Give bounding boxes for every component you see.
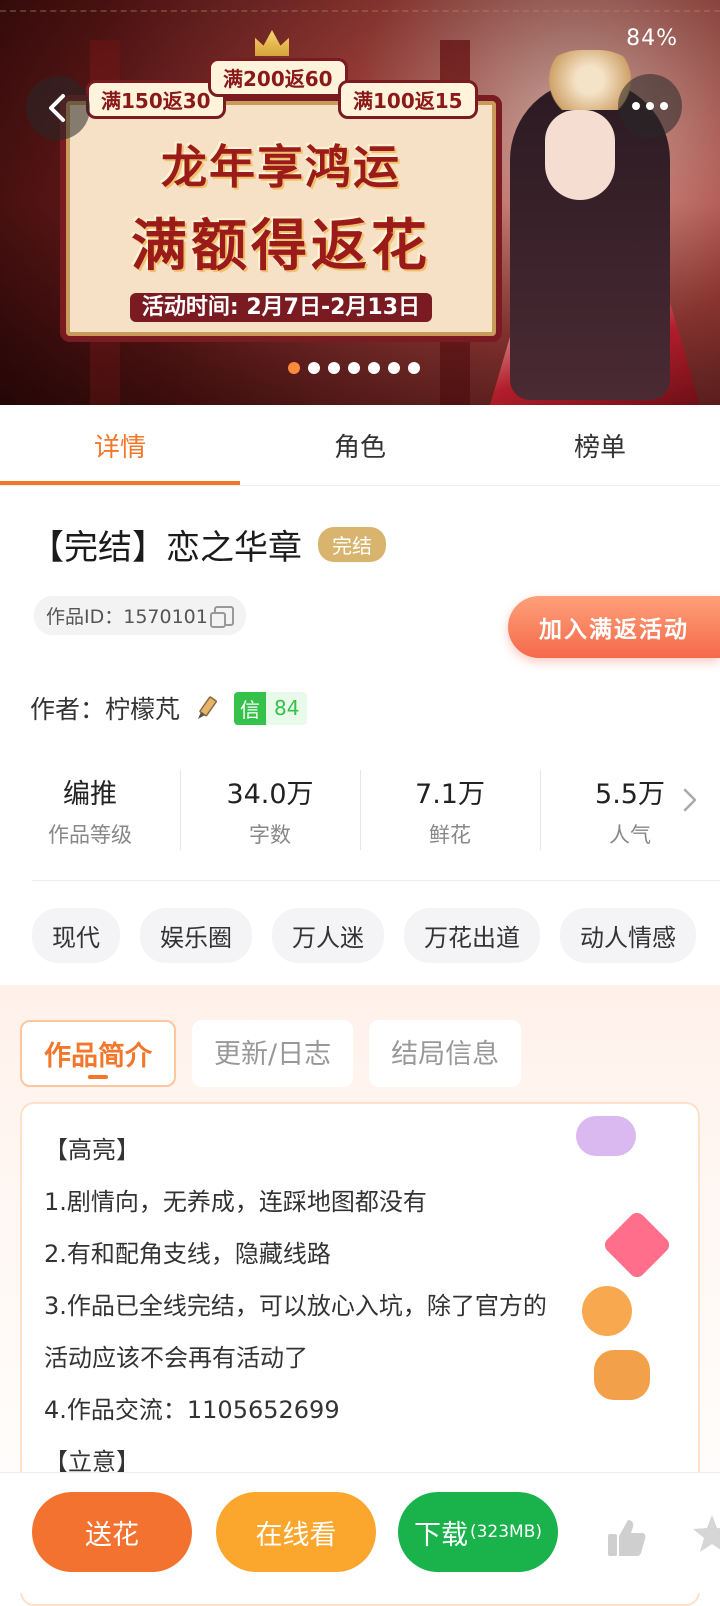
pencil-icon	[198, 696, 217, 719]
tag-list: 现代 娱乐圈 万人迷 万花出道 动人情感	[32, 908, 696, 963]
carousel-indicator	[288, 362, 420, 374]
work-id-label: 作品ID：1570101	[46, 606, 208, 628]
download-label: 下载	[413, 1519, 468, 1551]
promo-badge-1: 满150返30	[86, 80, 226, 119]
carousel-dot[interactable]	[348, 362, 360, 374]
sub-tab-endings[interactable]: 结局信息	[369, 1020, 522, 1087]
author-row: 作者：柠檬芃 信 84	[30, 690, 308, 726]
send-flower-button[interactable]: 送花	[32, 1492, 192, 1572]
stat-level: 编推 作品等级	[0, 760, 180, 860]
stat-value: 5.5万	[595, 778, 665, 810]
carousel-dot[interactable]	[308, 362, 320, 374]
divider	[32, 880, 720, 881]
sub-tab-updates[interactable]: 更新/日志	[192, 1020, 354, 1087]
promo-badge-3: 满100返15	[338, 80, 478, 119]
chevron-left-icon	[49, 94, 65, 122]
chevron-right-icon[interactable]	[682, 786, 698, 814]
banner-character-art	[470, 20, 720, 405]
stat-label: 鲜花	[429, 822, 471, 847]
stat-label: 字数	[249, 822, 291, 847]
carousel-dot[interactable]	[328, 362, 340, 374]
tag-chip[interactable]: 娱乐圈	[140, 908, 252, 963]
banner-date: 活动时间: 2月7日-2月13日	[129, 293, 433, 322]
work-stats[interactable]: 编推 作品等级 34.0万 字数 7.1万 鲜花 5.5万 人气	[0, 760, 720, 860]
copy-icon[interactable]	[209, 605, 234, 628]
promo-badge-2: 满200返60	[208, 58, 348, 97]
intro-sub-tabs: 作品简介 更新/日志 结局信息	[20, 1020, 522, 1087]
read-online-button[interactable]: 在线看	[216, 1492, 376, 1572]
carousel-dot[interactable]	[388, 362, 400, 374]
carousel-dot[interactable]	[408, 362, 420, 374]
tab-characters[interactable]: 角色	[240, 405, 480, 485]
heart-sticker-icon	[601, 1209, 673, 1281]
back-button[interactable]	[26, 76, 90, 140]
sub-tab-synopsis[interactable]: 作品简介	[20, 1020, 176, 1087]
cat-cheer-sticker-icon	[582, 1286, 632, 1336]
work-title-row: 【完结】恋之华章 完结	[30, 520, 386, 569]
thumbs-up-icon[interactable]	[604, 1516, 648, 1560]
detail-tabs: 详情 角色 榜单	[0, 405, 720, 486]
carousel-dot-active[interactable]	[288, 362, 300, 374]
status-bar-battery: 84%	[626, 26, 678, 51]
banner-poster: 龙年享鸿运 满额得返花 活动时间: 2月7日-2月13日	[60, 95, 502, 342]
tab-rankings[interactable]: 榜单	[480, 405, 720, 485]
credit-score-badge: 信 84	[234, 691, 308, 725]
banner-carousel[interactable]: 龙年享鸿运 满额得返花 活动时间: 2月7日-2月13日 满150返30 满20…	[0, 0, 720, 405]
tag-chip[interactable]: 动人情感	[560, 908, 696, 963]
work-title: 【完结】恋之华章	[30, 528, 302, 568]
stat-label: 作品等级	[48, 822, 132, 847]
author-label[interactable]: 作者：柠檬芃	[30, 690, 180, 726]
cloud-sticker-icon	[576, 1116, 636, 1156]
stat-flowers: 7.1万 鲜花	[360, 760, 540, 860]
credit-value: 84	[274, 696, 300, 720]
tag-chip[interactable]: 万人迷	[272, 908, 384, 963]
stat-label: 人气	[609, 822, 651, 847]
cat-sign-sticker-icon	[594, 1350, 650, 1400]
carousel-dot[interactable]	[368, 362, 380, 374]
star-icon[interactable]	[690, 1512, 720, 1556]
credit-label: 信	[234, 691, 267, 725]
banner-title-line2: 满额得返花	[131, 213, 431, 279]
work-id-chip[interactable]: 作品ID：1570101	[34, 596, 246, 635]
status-badge: 完结	[318, 527, 386, 562]
banner-title-line1: 龙年享鸿运	[161, 140, 401, 194]
tag-chip[interactable]: 万花出道	[404, 908, 540, 963]
stat-value: 7.1万	[415, 778, 485, 810]
tag-chip[interactable]: 现代	[32, 908, 120, 963]
download-size: (323MB)	[469, 1522, 543, 1542]
join-promo-button[interactable]: 加入满返活动	[508, 596, 720, 658]
more-dots-icon	[632, 102, 668, 110]
decorative-stickers	[572, 1110, 682, 1410]
more-button[interactable]	[618, 74, 682, 138]
download-button[interactable]: 下载 (323MB)	[398, 1492, 558, 1572]
tab-details[interactable]: 详情	[0, 405, 240, 485]
stat-value: 34.0万	[226, 778, 314, 810]
stat-word-count: 34.0万 字数	[180, 760, 360, 860]
stat-value: 编推	[63, 778, 117, 810]
